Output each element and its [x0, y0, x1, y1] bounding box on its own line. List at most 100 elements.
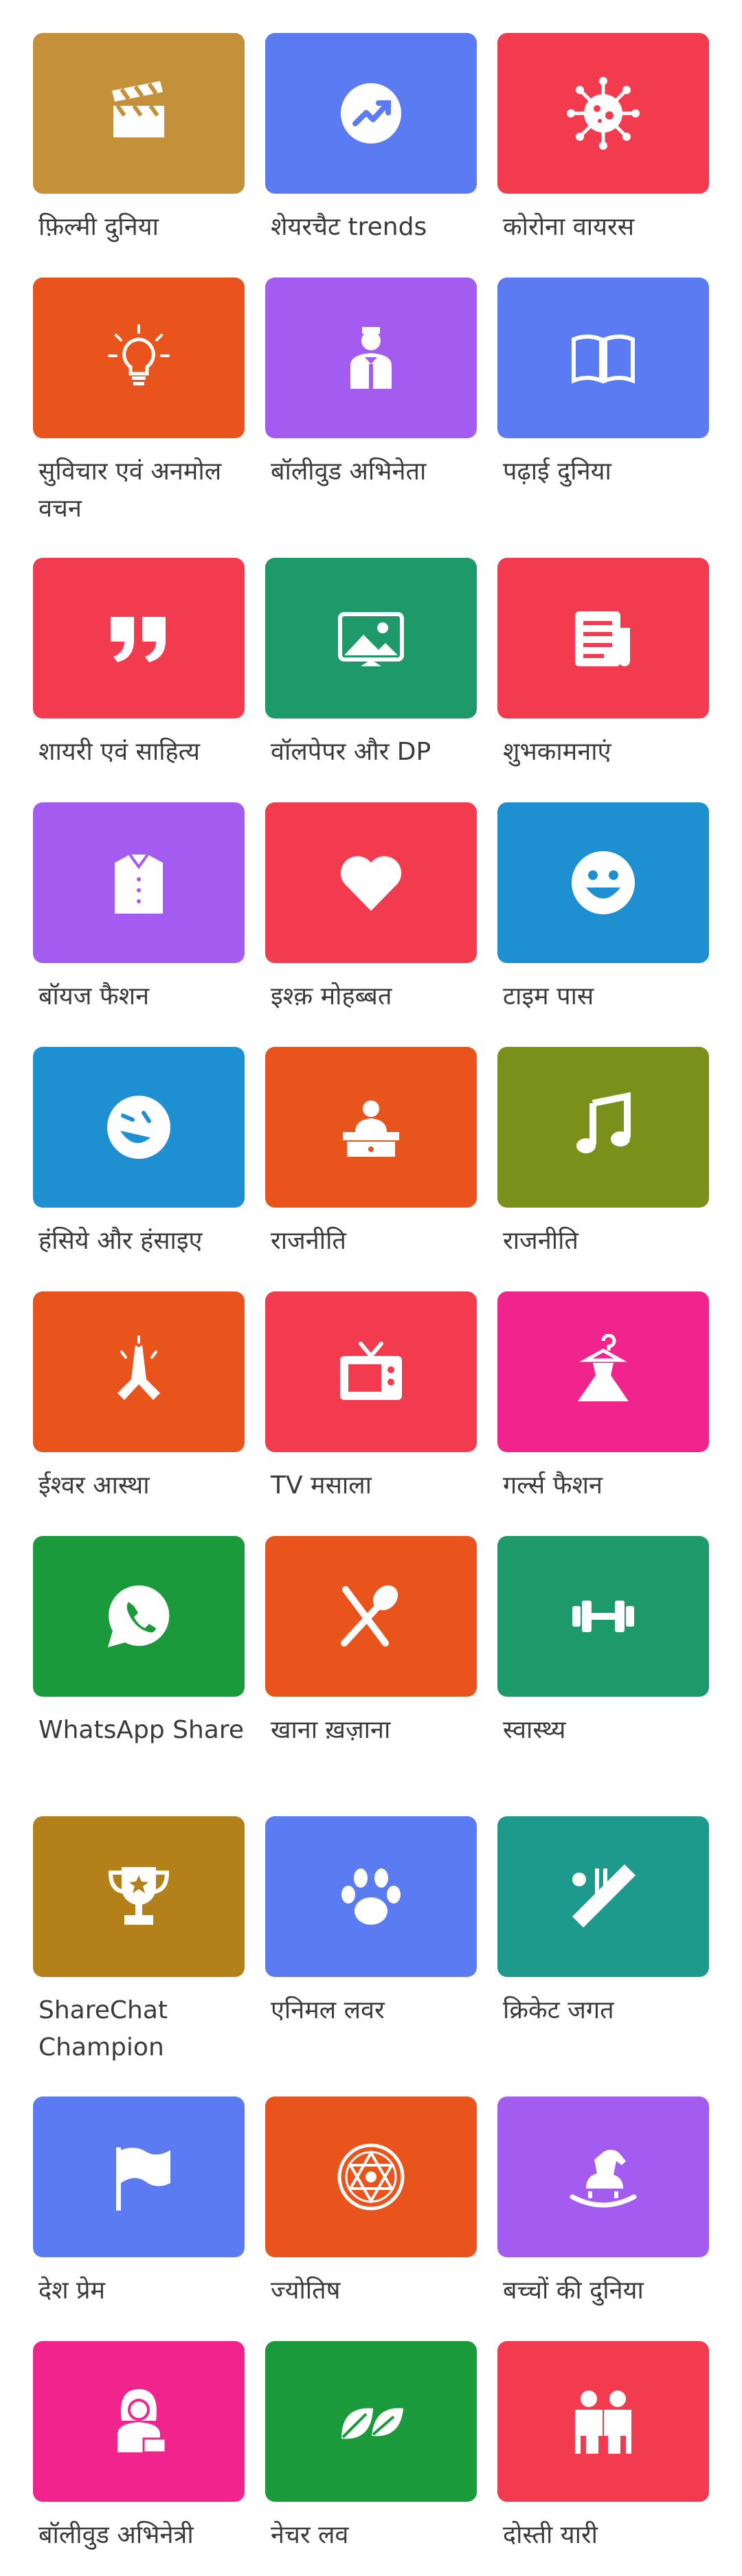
topic-label: पढ़ाई दुनिया — [503, 457, 611, 486]
topic-tile[interactable] — [265, 2097, 477, 2257]
music-note-icon — [565, 1089, 641, 1165]
topic-tile[interactable] — [33, 1816, 245, 1977]
topic-card[interactable]: TV मसाला — [265, 1291, 477, 1504]
topic-tile[interactable] — [265, 1047, 477, 1208]
topic-card[interactable]: बच्चों की दुनिया — [497, 2097, 709, 2309]
topic-card[interactable]: खाना ख़ज़ाना — [265, 1536, 477, 1749]
topic-card[interactable]: सुविचार एवं अनमोल वचन — [33, 278, 245, 528]
astrology-icon — [333, 2139, 409, 2215]
topic-tile[interactable] — [33, 1536, 245, 1697]
topic-card[interactable]: राजनीति — [265, 1047, 477, 1260]
topic-label: शायरी एवं साहित्य — [38, 738, 200, 766]
topic-card[interactable]: वॉलपेपर और DP — [265, 558, 477, 771]
flag-icon — [101, 2139, 177, 2215]
topic-label: वॉलपेपर और DP — [271, 738, 431, 766]
topic-tile[interactable] — [33, 2341, 245, 2502]
topic-card[interactable]: शुभकामनाएं — [497, 558, 709, 771]
topic-label: एनिमल लवर — [271, 1996, 385, 2024]
topic-card[interactable]: हंसिये और हंसाइए — [33, 1047, 245, 1260]
topic-tile[interactable] — [33, 2097, 245, 2257]
topic-tile[interactable] — [497, 1816, 709, 1977]
topic-tile[interactable] — [33, 33, 245, 194]
topic-label: दोस्ती यारी — [503, 2521, 598, 2549]
topic-tile[interactable] — [497, 558, 709, 719]
topic-label: बॉलीवुड अभिनेत्री — [38, 2521, 194, 2549]
topic-label: WhatsApp Share — [38, 1716, 245, 1744]
topic-tile[interactable] — [497, 802, 709, 963]
topic-card[interactable]: गर्ल्स फैशन — [497, 1291, 709, 1504]
topic-card[interactable]: बॉलीवुड अभिनेता — [265, 278, 477, 490]
smiley-icon — [565, 845, 641, 920]
laughing-icon — [101, 1089, 177, 1165]
topic-tile[interactable] — [33, 1291, 245, 1452]
leaves-icon — [333, 2384, 409, 2459]
topic-card[interactable]: कोरोना वायरस — [497, 33, 709, 246]
topic-card[interactable]: बॉयज फैशन — [33, 802, 245, 1015]
topic-tile[interactable] — [33, 1047, 245, 1208]
topic-card[interactable]: टाइम पास — [497, 802, 709, 1015]
topic-card[interactable]: बॉलीवुड अभिनेत्री — [33, 2341, 245, 2554]
topic-card[interactable]: क्रिकेट जगत — [497, 1816, 709, 2029]
topic-tile[interactable] — [265, 802, 477, 963]
topic-tile[interactable] — [265, 33, 477, 194]
topic-card[interactable]: ज्योतिष — [265, 2097, 477, 2309]
topic-label: नेचर लव — [271, 2521, 349, 2549]
topic-label: बॉयज फैशन — [38, 982, 150, 1010]
quote-icon — [101, 600, 177, 676]
topic-card[interactable]: शायरी एवं साहित्य — [33, 558, 245, 771]
topic-tile[interactable] — [497, 2341, 709, 2502]
topic-label: गर्ल्स फैशन — [503, 1471, 603, 1500]
topic-card[interactable]: फ़िल्मी दुनिया — [33, 33, 245, 246]
topic-tile[interactable] — [497, 1536, 709, 1697]
topic-card[interactable]: राजनीति — [497, 1047, 709, 1260]
topic-tile[interactable] — [265, 1816, 477, 1977]
topic-tile[interactable] — [497, 33, 709, 194]
topic-card[interactable]: शेयरचैट trends — [265, 33, 477, 246]
topic-label: हंसिये और हंसाइए — [38, 1227, 203, 1255]
topic-label: इश्क़ मोहब्बत — [271, 982, 392, 1010]
topic-tile[interactable] — [497, 278, 709, 438]
topic-card[interactable]: दोस्ती यारी — [497, 2341, 709, 2554]
topic-card[interactable]: नेचर लव — [265, 2341, 477, 2554]
book-icon — [565, 320, 641, 396]
friends-icon — [565, 2384, 641, 2459]
topic-tile[interactable] — [265, 2341, 477, 2502]
topic-card[interactable]: इश्क़ मोहब्बत — [265, 802, 477, 1015]
topic-label: ज्योतिष — [271, 2276, 341, 2305]
topic-card[interactable]: WhatsApp Share — [33, 1536, 245, 1749]
topic-card[interactable]: स्वास्थ्य — [497, 1536, 709, 1749]
topic-label: स्वास्थ्य — [503, 1716, 566, 1744]
lightbulb-icon — [101, 320, 177, 396]
topic-label: शुभकामनाएं — [503, 738, 611, 766]
trending-arrow-icon — [333, 76, 409, 151]
topic-card[interactable]: ईश्वर आस्था — [33, 1291, 245, 1504]
clapperboard-icon — [101, 76, 177, 151]
topic-tile[interactable] — [497, 2097, 709, 2257]
topic-card[interactable]: देश प्रेम — [33, 2097, 245, 2309]
topic-tile[interactable] — [265, 1291, 477, 1452]
cricket-icon — [565, 1859, 641, 1934]
topic-label: शेयरचैट trends — [271, 213, 427, 241]
topic-tile[interactable] — [265, 278, 477, 438]
heart-icon — [333, 845, 409, 920]
topic-card[interactable]: पढ़ाई दुनिया — [497, 278, 709, 490]
actor-icon — [333, 320, 409, 396]
topic-tile[interactable] — [497, 1047, 709, 1208]
fork-spoon-icon — [333, 1579, 409, 1654]
tv-icon — [333, 1334, 409, 1410]
topic-label: राजनीति — [271, 1227, 346, 1255]
topic-tile[interactable] — [33, 278, 245, 438]
topic-label: क्रिकेट जगत — [503, 1996, 614, 2024]
topic-card[interactable]: ShareChat Champion — [33, 1816, 245, 2066]
trophy-icon — [101, 1859, 177, 1934]
topic-card[interactable]: एनिमल लवर — [265, 1816, 477, 2029]
topic-tile[interactable] — [265, 558, 477, 719]
topic-tile[interactable] — [33, 802, 245, 963]
topic-label: फ़िल्मी दुनिया — [38, 213, 159, 241]
politician-icon — [333, 1089, 409, 1165]
topic-tile[interactable] — [33, 558, 245, 719]
rocking-horse-icon — [565, 2139, 641, 2215]
topic-tile[interactable] — [497, 1291, 709, 1452]
topic-tile[interactable] — [265, 1536, 477, 1697]
virus-icon — [565, 76, 641, 151]
